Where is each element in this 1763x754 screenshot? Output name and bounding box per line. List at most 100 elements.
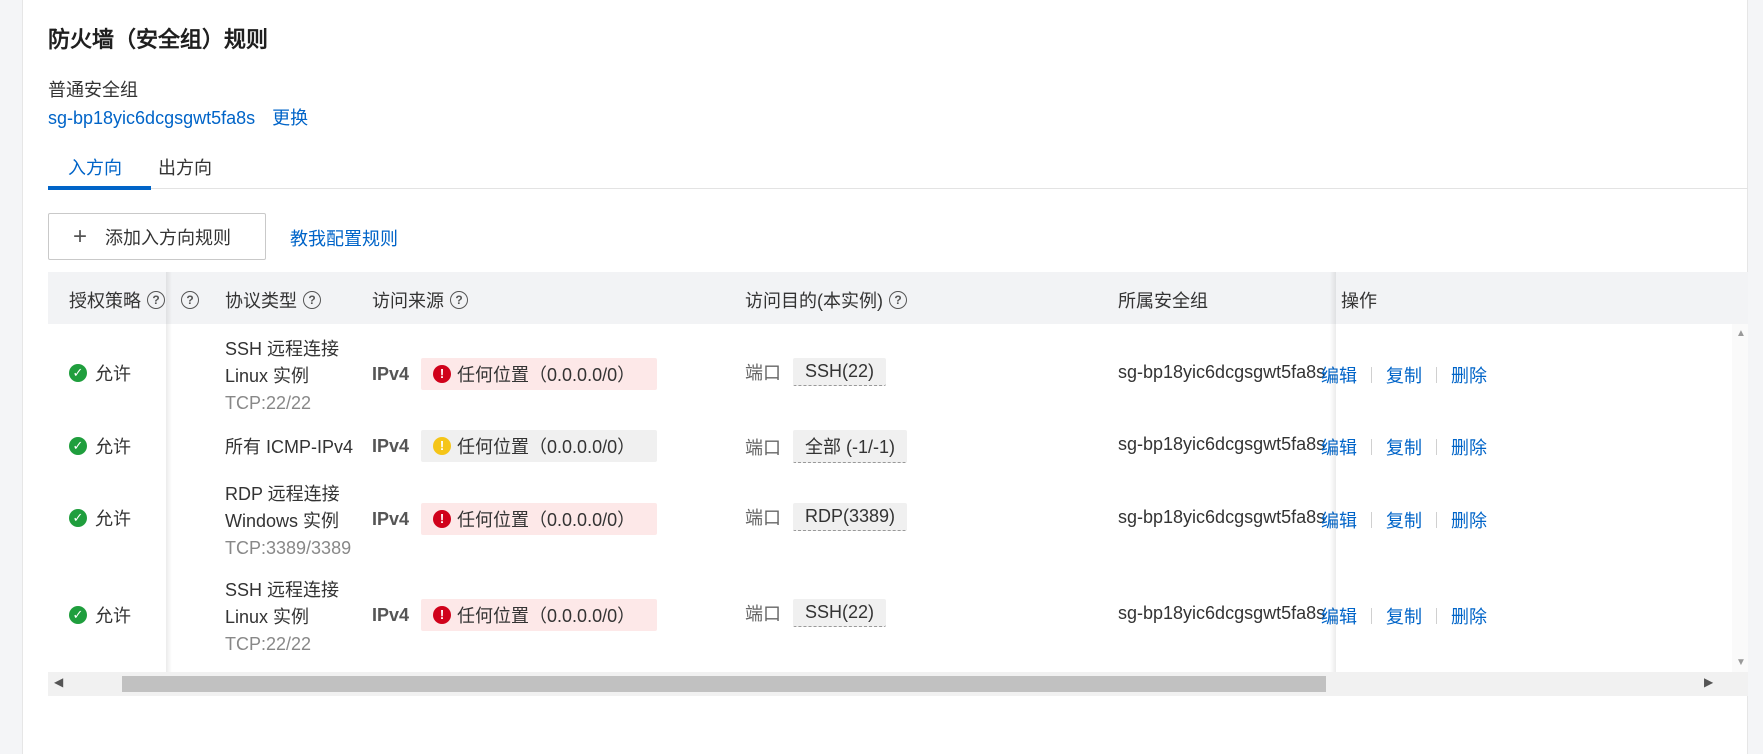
policy-cell: ✓ 允许 (69, 433, 131, 459)
danger-icon: ! (433, 606, 452, 624)
policy-cell: ✓ 允许 (69, 360, 131, 386)
check-circle-icon: ✓ (69, 364, 87, 382)
destination-cell: 端口 SSH(22) (745, 599, 887, 627)
edit-button[interactable]: 编辑 (1321, 507, 1357, 533)
vertical-scrollbar[interactable]: ▲ ▼ (1732, 324, 1748, 672)
table-row: ✓ 允许 RDP 远程连接 Windows 实例 TCP:3389/3389 I… (48, 469, 1748, 566)
danger-icon: ! (433, 365, 452, 383)
delete-button[interactable]: 删除 (1451, 603, 1487, 629)
security-group-line: sg-bp18yic6dcgsgwt5fa8s 更换 (48, 104, 308, 130)
header-destination: 访问目的(本实例) ? (745, 287, 907, 313)
help-icon[interactable]: ? (889, 291, 907, 309)
rules-table: 授权策略 ? ? 协议类型 ? 访问来源 ? 访问目的(本实例) ? 所属安全组… (48, 272, 1748, 696)
security-group-type: 普通安全组 (48, 80, 138, 100)
header-policy: 授权策略 ? ? (69, 287, 199, 313)
help-icon[interactable]: ? (450, 291, 468, 309)
protocol-cell: SSH 远程连接 Linux 实例 TCP:22/22 (225, 339, 340, 413)
table-row: ✓ 允许 SSH 远程连接 Linux 实例 TCP:22/22 IPv4 ! … (48, 565, 1748, 673)
protocol-cell: 所有 ICMP-IPv4 (225, 437, 354, 457)
edit-button[interactable]: 编辑 (1321, 362, 1357, 388)
source-cell: IPv4 ! 任何位置（0.0.0.0/0） (372, 430, 658, 462)
security-group-id-link[interactable]: sg-bp18yic6dcgsgwt5fa8s (48, 108, 255, 128)
fixed-column-shadow-right (1330, 272, 1336, 696)
separator (1436, 439, 1437, 455)
destination-cell: 端口 SSH(22) (745, 358, 887, 386)
check-circle-icon: ✓ (69, 509, 87, 527)
port-tag[interactable]: 全部 (-1/-1) (793, 430, 907, 463)
help-icon[interactable]: ? (181, 291, 199, 309)
actions-cell: 编辑 复制 删除 (1321, 434, 1487, 460)
delete-button[interactable]: 删除 (1451, 507, 1487, 533)
table-row: ✓ 允许 SSH 远程连接 Linux 实例 TCP:22/22 IPv4 ! … (48, 324, 1748, 421)
separator (1371, 367, 1372, 383)
danger-icon: ! (433, 510, 452, 528)
protocol-cell: SSH 远程连接 Linux 实例 TCP:22/22 (225, 580, 340, 654)
scroll-right-icon[interactable]: ▶ (1704, 675, 1713, 689)
check-circle-icon: ✓ (69, 437, 87, 455)
tab-outbound[interactable]: 出方向 (158, 154, 212, 180)
security-group-link[interactable]: sg-bp18yic6dcgsgwt5fa8s (1118, 603, 1325, 624)
add-rule-label: 添加入方向规则 (105, 227, 232, 248)
fixed-column-shadow-left (166, 272, 172, 696)
source-tag: ! 任何位置（0.0.0.0/0） (421, 358, 658, 390)
protocol-cell: RDP 远程连接 Windows 实例 TCP:3389/3389 (225, 484, 352, 558)
source-cell: IPv4 ! 任何位置（0.0.0.0/0） (372, 358, 658, 390)
copy-button[interactable]: 复制 (1386, 362, 1422, 388)
source-tag: ! 任何位置（0.0.0.0/0） (421, 430, 658, 462)
actions-cell: 编辑 复制 删除 (1321, 362, 1487, 388)
copy-button[interactable]: 复制 (1386, 507, 1422, 533)
horizontal-scroll-thumb[interactable] (122, 676, 1326, 692)
security-group-link[interactable]: sg-bp18yic6dcgsgwt5fa8s (1118, 507, 1325, 528)
warning-icon: ! (433, 437, 452, 455)
port-tag[interactable]: SSH(22) (793, 358, 887, 386)
separator (1436, 608, 1437, 624)
firewall-card: 防火墙（安全组）规则 普通安全组 sg-bp18yic6dcgsgwt5fa8s… (22, 0, 1748, 754)
plus-icon: + (73, 222, 88, 250)
separator (1371, 608, 1372, 624)
copy-button[interactable]: 复制 (1386, 434, 1422, 460)
table-header: 授权策略 ? ? 协议类型 ? 访问来源 ? 访问目的(本实例) ? 所属安全组… (48, 272, 1748, 325)
separator (1371, 439, 1372, 455)
separator (1371, 512, 1372, 528)
security-group-link[interactable]: sg-bp18yic6dcgsgwt5fa8s (1118, 434, 1325, 455)
horizontal-scrollbar[interactable]: ◀ ▶ (48, 672, 1748, 696)
destination-cell: 端口 RDP(3389) (745, 503, 908, 531)
edit-button[interactable]: 编辑 (1321, 434, 1357, 460)
delete-button[interactable]: 删除 (1451, 362, 1487, 388)
add-inbound-rule-button[interactable]: + 添加入方向规则 (48, 213, 266, 260)
scroll-left-icon[interactable]: ◀ (54, 675, 63, 689)
delete-button[interactable]: 删除 (1451, 434, 1487, 460)
edit-button[interactable]: 编辑 (1321, 603, 1357, 629)
port-tag[interactable]: SSH(22) (793, 599, 887, 627)
scroll-up-icon[interactable]: ▲ (1736, 328, 1746, 339)
change-security-group-link[interactable]: 更换 (272, 108, 308, 128)
source-tag: ! 任何位置（0.0.0.0/0） (421, 503, 658, 535)
direction-tabs: 入方向 出方向 (48, 148, 1748, 190)
tab-active-indicator (48, 186, 151, 190)
header-source: 访问来源 ? (372, 287, 468, 313)
destination-cell: 端口 全部 (-1/-1) (745, 430, 907, 463)
header-actions: 操作 (1341, 291, 1377, 311)
scroll-down-icon[interactable]: ▼ (1736, 657, 1746, 668)
separator (1436, 512, 1437, 528)
section-title: 防火墙（安全组）规则 (48, 27, 269, 52)
teach-config-link[interactable]: 教我配置规则 (290, 225, 398, 251)
help-icon[interactable]: ? (147, 291, 165, 309)
source-cell: IPv4 ! 任何位置（0.0.0.0/0） (372, 503, 658, 535)
security-group-link[interactable]: sg-bp18yic6dcgsgwt5fa8s (1118, 362, 1325, 383)
copy-button[interactable]: 复制 (1386, 603, 1422, 629)
separator (1436, 367, 1437, 383)
actions-cell: 编辑 复制 删除 (1321, 507, 1487, 533)
check-circle-icon: ✓ (69, 606, 87, 624)
tab-inbound[interactable]: 入方向 (68, 154, 122, 180)
port-tag[interactable]: RDP(3389) (793, 503, 908, 531)
actions-cell: 编辑 复制 删除 (1321, 603, 1487, 629)
source-cell: IPv4 ! 任何位置（0.0.0.0/0） (372, 599, 658, 631)
table-row: ✓ 允许 所有 ICMP-IPv4 IPv4 ! 任何位置（0.0.0.0/0）… (48, 420, 1748, 470)
source-tag: ! 任何位置（0.0.0.0/0） (421, 599, 658, 631)
header-protocol: 协议类型 ? (225, 287, 321, 313)
header-security-group: 所属安全组 (1118, 291, 1208, 311)
policy-cell: ✓ 允许 (69, 602, 131, 628)
policy-cell: ✓ 允许 (69, 505, 131, 531)
help-icon[interactable]: ? (303, 291, 321, 309)
